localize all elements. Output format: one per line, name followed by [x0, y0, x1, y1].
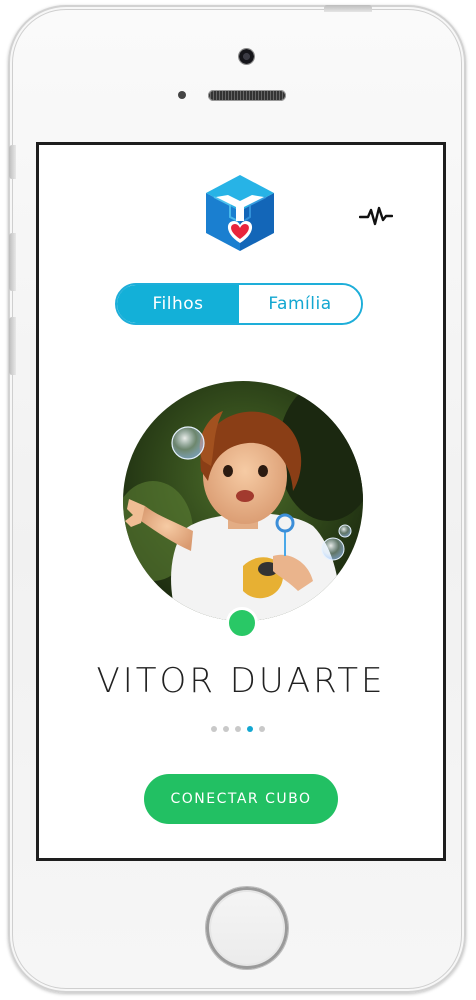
earpiece-speaker — [208, 90, 286, 101]
page-dot-3[interactable] — [235, 726, 241, 732]
child-avatar[interactable] — [123, 381, 363, 621]
tab-familia[interactable]: Família — [239, 285, 361, 323]
cube-heart-logo-icon — [206, 175, 274, 251]
proximity-sensor — [178, 91, 186, 99]
mute-switch — [9, 145, 16, 179]
page-dot-4[interactable] — [247, 726, 253, 732]
app-screen: Filhos Família VITOR DUARTE CONECTAR CUB… — [36, 142, 446, 861]
heartbeat-icon[interactable] — [359, 205, 393, 227]
power-button — [324, 5, 372, 12]
page-dot-2[interactable] — [223, 726, 229, 732]
connect-cube-button[interactable]: CONECTAR CUBO — [144, 774, 338, 824]
tab-filhos[interactable]: Filhos — [117, 285, 239, 323]
page-indicator — [211, 726, 265, 732]
page-dot-1[interactable] — [211, 726, 217, 732]
volume-down-button — [9, 317, 16, 375]
front-camera — [238, 48, 255, 65]
home-button[interactable] — [206, 887, 288, 969]
online-status-badge — [226, 607, 258, 639]
segment-tabs: Filhos Família — [115, 283, 363, 325]
volume-up-button — [9, 233, 16, 291]
page-dot-5[interactable] — [259, 726, 265, 732]
child-name: VITOR DUARTE — [96, 661, 386, 701]
